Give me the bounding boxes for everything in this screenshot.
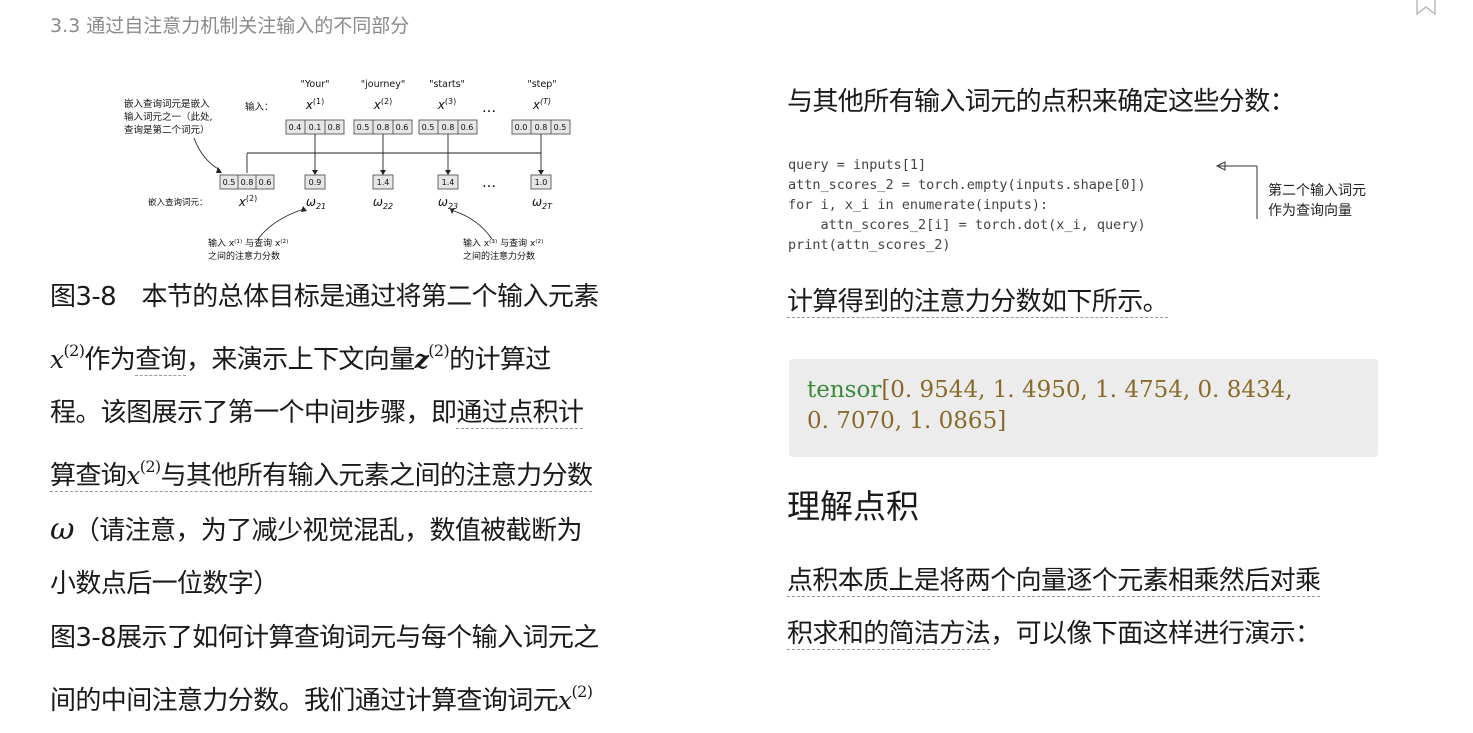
score-boxes: 0.9 1.4 1.4 1.0 (304, 174, 552, 190)
svg-text:0.8: 0.8 (328, 123, 341, 132)
svg-text:0.8: 0.8 (377, 123, 390, 132)
ellipsis-mid: … (482, 175, 496, 191)
result-text: 计算得到的注意力分数如下所示。 (787, 287, 1169, 318)
svg-text:0.8: 0.8 (241, 178, 254, 187)
svg-text:1.0: 1.0 (535, 178, 548, 187)
omega2T-label: ω2T (532, 195, 553, 211)
figure-caption: 图3-8 本节的总体目标是通过将第二个输入元素 x(2)作为查询，来演示上下文向… (50, 282, 599, 599)
svg-text:0.1: 0.1 (309, 123, 322, 132)
x3-label: x(3) (437, 97, 456, 112)
omega23-label: ω23 (438, 195, 458, 211)
section-header: 3.3 通过自注意力机制关注输入的不同部分 (50, 15, 410, 37)
bottom-note-right-2: 之间的注意力分数 (463, 250, 535, 262)
figure-3-8-diagram: 嵌入查询词元是嵌入 输入词元之一（此处, 查询是第二个词元） 输入： 嵌入查询词… (124, 79, 571, 262)
vector-x2: 0.5 0.8 0.6 (353, 119, 413, 135)
svg-text:0.5: 0.5 (422, 123, 435, 132)
xT-label: x(T) (532, 97, 551, 112)
svg-text:0.0: 0.0 (515, 123, 528, 132)
omega21-label: ω21 (306, 195, 326, 211)
bottom-note-left-1: 输入 x⁽¹⁾ 与查询 x⁽²⁾ (208, 237, 288, 249)
dot-product-paragraph: 点积本质上是将两个向量逐个元素相乘然后对乘 积求和的简洁方法，可以像下面这样进行… (787, 566, 1321, 650)
token-your: "Your" (300, 79, 329, 90)
vector-x1: 0.4 0.1 0.8 (285, 119, 345, 135)
x2-label: x(2) (373, 97, 392, 112)
code-annotation-bracket (1215, 161, 1258, 219)
inputs-label: 输入： (245, 101, 274, 113)
svg-text:0.5: 0.5 (223, 178, 236, 187)
query-label: 嵌入查询词元： (148, 197, 208, 208)
intro-text: 与其他所有输入词元的点积来确定这些分数： (787, 87, 1296, 117)
token-step: "step" (527, 79, 556, 90)
svg-text:1.4: 1.4 (442, 178, 455, 187)
x1-label: x(1) (305, 97, 324, 112)
bookmark-icon[interactable] (1414, 0, 1438, 16)
svg-text:0.8: 0.8 (535, 123, 548, 132)
svg-text:0.9: 0.9 (309, 178, 322, 187)
svg-text:0.6: 0.6 (396, 123, 409, 132)
svg-text:0.6: 0.6 (461, 123, 474, 132)
code-annotation: 第二个输入词元 作为查询向量 (1268, 183, 1366, 219)
svg-text:0.5: 0.5 (357, 123, 370, 132)
query-vector: 0.5 0.8 0.6 (219, 174, 275, 190)
svg-text:0.8: 0.8 (442, 123, 455, 132)
left-note-line-1: 嵌入查询词元是嵌入 (124, 98, 210, 110)
bottom-note-right-1: 输入 x⁽³⁾ 与查询 x⁽²⁾ (463, 237, 543, 249)
token-starts: "starts" (429, 79, 465, 90)
body-paragraph-left: 图3-8展示了如何计算查询词元与每个输入词元之 间的中间注意力分数。我们通过计算… (50, 623, 599, 716)
svg-text:0.4: 0.4 (289, 123, 302, 132)
left-note-line-3: 查询是第二个词元） (124, 124, 210, 136)
vector-x3: 0.5 0.8 0.6 (418, 119, 478, 135)
token-journey: "journey" (361, 79, 405, 90)
section-heading: 理解点积 (787, 487, 919, 526)
ellipsis-top: … (482, 100, 496, 116)
bottom-note-left-2: 之间的注意力分数 (208, 250, 280, 262)
svg-text:0.5: 0.5 (554, 123, 567, 132)
svg-text:0.6: 0.6 (259, 178, 272, 187)
svg-text:1.4: 1.4 (377, 178, 390, 187)
code-block: query = inputs[1] attn_scores_2 = torch.… (788, 157, 1146, 253)
vector-xT: 0.0 0.8 0.5 (511, 119, 571, 135)
x2-query-label: x(2) (238, 194, 257, 209)
left-note-line-2: 输入词元之一（此处, (124, 111, 213, 123)
omega22-label: ω22 (373, 195, 393, 211)
output-block: tensor[0. 9544, 1. 4950, 1. 4754, 0. 843… (789, 359, 1378, 457)
